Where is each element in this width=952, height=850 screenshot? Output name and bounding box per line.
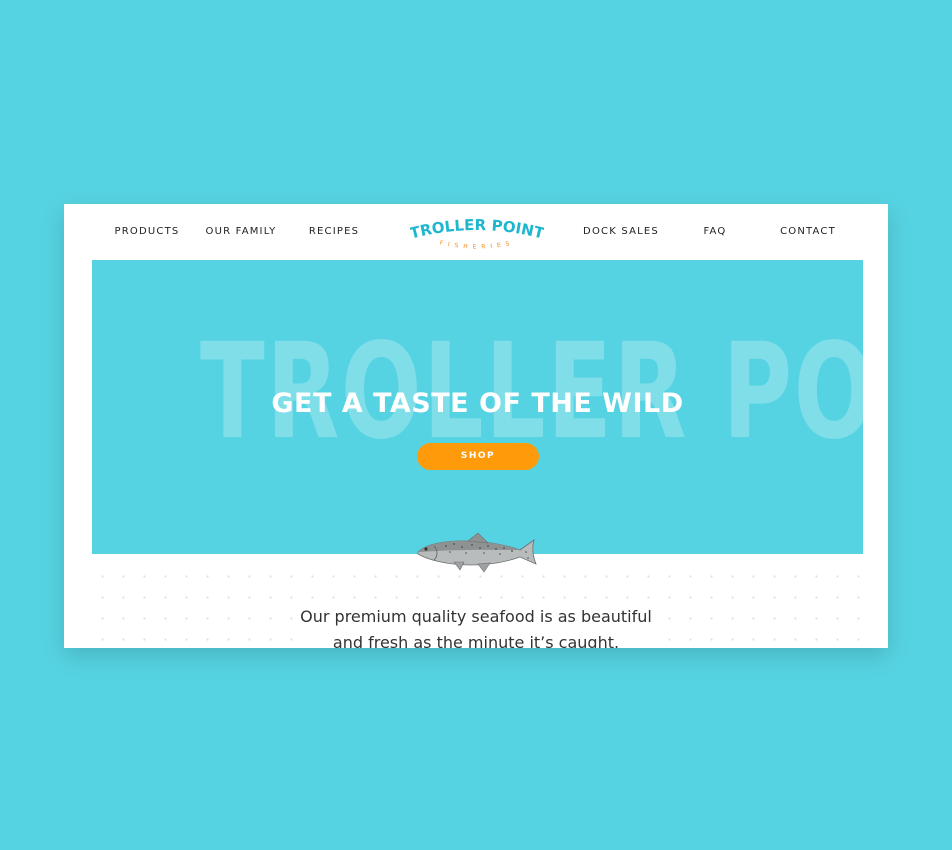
nav-contact[interactable]: CONTACT bbox=[780, 226, 836, 237]
svg-text:FISHERIES: FISHERIES bbox=[439, 239, 515, 250]
nav-recipes[interactable]: RECIPES bbox=[309, 226, 359, 237]
shop-button[interactable]: SHOP bbox=[417, 443, 539, 470]
intro-text: Our premium quality seafood is as beauti… bbox=[264, 604, 688, 648]
hero-headline: GET A TASTE OF THE WILD bbox=[271, 388, 684, 419]
intro-line-1: Our premium quality seafood is as beauti… bbox=[300, 607, 652, 626]
troller-point-logo[interactable]: TROLLER POINT FISHERIES bbox=[410, 214, 544, 252]
hero-banner: TROLLER POINT GET A TASTE OF THE WILD SH… bbox=[92, 260, 863, 554]
intro-line-2: and fresh as the minute it’s caught. bbox=[332, 633, 620, 648]
logo-title: TROLLER POINT bbox=[410, 216, 544, 243]
svg-text:TROLLER POINT: TROLLER POINT bbox=[410, 216, 544, 243]
nav-dock-sales[interactable]: DOCK SALES bbox=[583, 226, 659, 237]
main-navigation: PRODUCTS OUR FAMILY RECIPES TROLLER POIN… bbox=[64, 204, 888, 260]
website-preview-card: PRODUCTS OUR FAMILY RECIPES TROLLER POIN… bbox=[64, 204, 888, 648]
nav-faq[interactable]: FAQ bbox=[704, 226, 727, 237]
salmon-icon bbox=[417, 532, 537, 573]
nav-products[interactable]: PRODUCTS bbox=[115, 226, 180, 237]
logo-subtitle: FISHERIES bbox=[439, 239, 510, 250]
nav-our-family[interactable]: OUR FAMILY bbox=[206, 226, 277, 237]
